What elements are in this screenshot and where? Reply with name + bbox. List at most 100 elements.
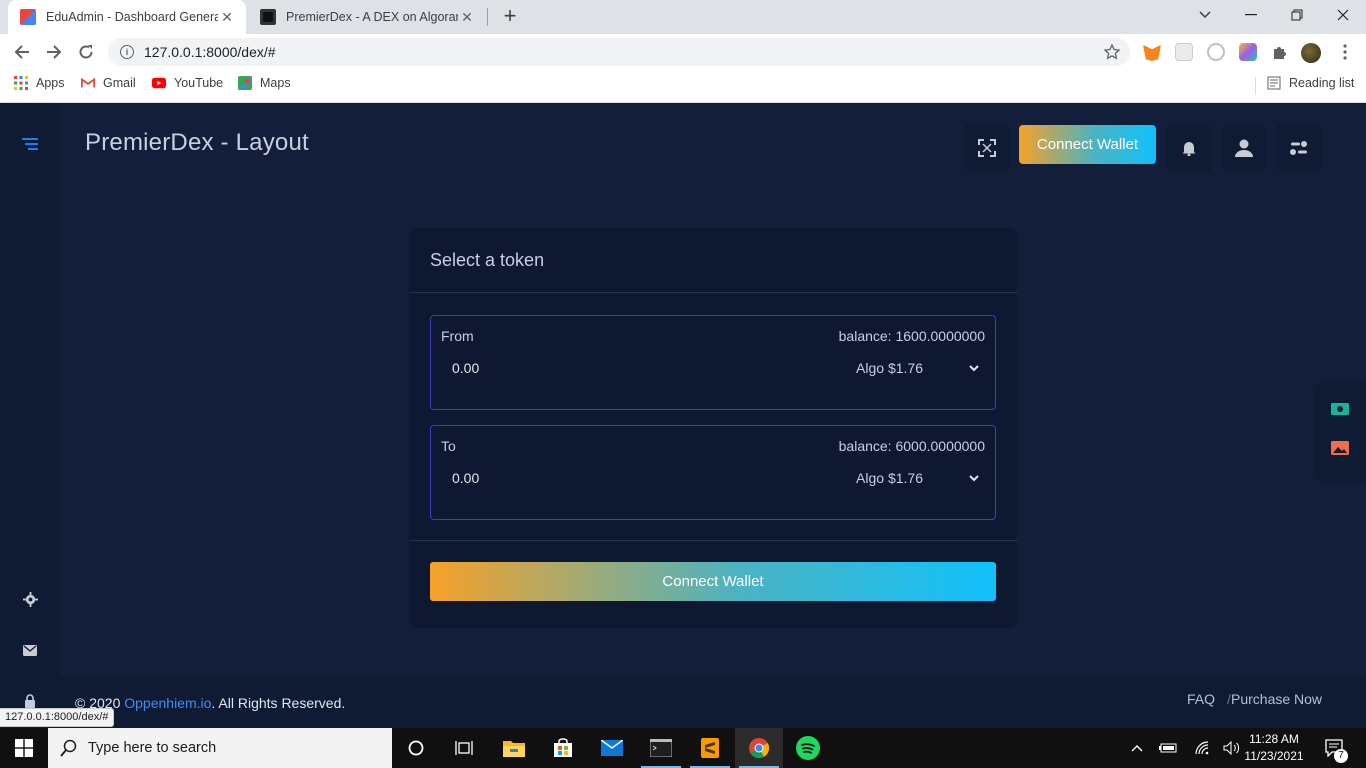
right-quick-panel	[1314, 383, 1366, 481]
start-button[interactable]	[0, 728, 48, 768]
bookmark-gmail[interactable]: Gmail	[81, 76, 136, 90]
clock-date: 11/23/2021	[1244, 749, 1304, 763]
action-center-button[interactable]: 7	[1320, 728, 1350, 768]
tab-divider	[487, 8, 488, 26]
to-balance: balance: 6000.0000000	[838, 438, 985, 454]
sidebar-toggle-button[interactable]	[20, 134, 40, 154]
spotify-button[interactable]	[784, 728, 832, 768]
bookmark-youtube[interactable]: YouTube	[152, 76, 223, 90]
reading-list-icon	[1267, 76, 1281, 90]
from-amount-input[interactable]: 0.00	[452, 360, 479, 376]
reload-button[interactable]	[72, 38, 100, 66]
chrome-icon	[749, 738, 770, 759]
card-divider	[409, 292, 1017, 293]
connect-wallet-button[interactable]: Connect Wallet	[430, 562, 996, 601]
settings-button[interactable]	[20, 589, 40, 609]
chevron-down-icon	[969, 475, 979, 482]
notifications-button[interactable]	[1166, 125, 1212, 171]
reading-list-button[interactable]: Reading list	[1267, 76, 1354, 90]
premierdex-favicon-icon	[260, 9, 276, 25]
company-link[interactable]: Oppenhiem.io	[124, 695, 211, 711]
volume-tray-icon[interactable]	[1221, 728, 1243, 768]
fullscreen-button[interactable]	[964, 125, 1010, 171]
bookmark-apps[interactable]: Apps	[14, 76, 65, 90]
bookmark-star-icon[interactable]	[1103, 43, 1121, 63]
chrome-button[interactable]	[735, 728, 783, 768]
forward-button[interactable]	[40, 38, 68, 66]
premierdex-app: PremierDex - Layout Connect Wallet Selec…	[0, 103, 1366, 728]
cortana-icon	[408, 740, 424, 756]
settings-panel-button[interactable]	[1276, 125, 1322, 171]
extensions-puzzle-icon[interactable]	[1271, 43, 1289, 61]
profile-avatar[interactable]	[1301, 43, 1321, 63]
tab-premierdex[interactable]: PremierDex - A DEX on Algorand ✕	[248, 0, 486, 34]
browser-tab-strip: EduAdmin - Dashboard General I ✕ Premier…	[0, 0, 1366, 34]
close-tab-icon[interactable]: ✕	[458, 9, 476, 26]
mail-button[interactable]	[20, 640, 40, 660]
bookmark-label: Apps	[36, 76, 65, 90]
copyright-text: © 2020 Oppenhiem.io. All Rights Reserved…	[75, 695, 345, 711]
taskbar-clock[interactable]: 11:28 AM 11/23/2021	[1244, 731, 1304, 765]
show-hidden-icons-button[interactable]	[1126, 728, 1148, 768]
youtube-icon	[152, 77, 166, 89]
to-token-value: Algo $1.76	[856, 470, 923, 486]
faq-link[interactable]: FAQ	[1187, 691, 1215, 707]
clock-time: 11:28 AM	[1249, 732, 1299, 746]
user-icon	[1235, 139, 1253, 157]
mail-app-button[interactable]	[588, 728, 636, 768]
from-token-select[interactable]: Algo $1.76	[856, 360, 981, 376]
browser-toolbar: i 127.0.0.1:8000/dex/#	[0, 34, 1366, 70]
chevron-up-icon	[1131, 745, 1143, 752]
cortana-button[interactable]	[392, 728, 440, 768]
page-title: PremierDex - Layout	[85, 129, 309, 156]
close-window-button[interactable]	[1320, 0, 1366, 30]
bookmark-maps[interactable]: Maps	[238, 76, 291, 90]
tab-eduadmin[interactable]: EduAdmin - Dashboard General I ✕	[8, 0, 246, 34]
tab-title: EduAdmin - Dashboard General I	[46, 10, 218, 24]
chrome-menu-icon[interactable]	[1336, 43, 1354, 61]
to-token-select[interactable]: Algo $1.76	[856, 470, 981, 486]
terminal-button[interactable]	[637, 728, 685, 768]
file-explorer-button[interactable]	[490, 728, 538, 768]
notification-count-badge: 7	[1334, 749, 1348, 763]
mail-app-icon	[601, 740, 623, 756]
task-view-button[interactable]	[440, 728, 488, 768]
chevron-down-icon	[969, 365, 979, 372]
close-tab-icon[interactable]: ✕	[218, 9, 236, 26]
purchase-now-link[interactable]: Purchase Now	[1231, 691, 1322, 707]
address-bar[interactable]: i 127.0.0.1:8000/dex/#	[108, 38, 1130, 66]
from-token-value: Algo $1.76	[856, 360, 923, 376]
menu-icon	[22, 138, 38, 150]
gear-icon	[22, 591, 38, 607]
gallery-button[interactable]	[1331, 441, 1349, 458]
tab-search-chevron-icon[interactable]	[1182, 0, 1228, 30]
to-amount-input[interactable]: 0.00	[452, 470, 479, 486]
user-profile-button[interactable]	[1221, 125, 1267, 171]
windows-logo-icon	[15, 739, 33, 757]
cash-button[interactable]	[1331, 403, 1349, 418]
new-tab-button[interactable]: +	[498, 4, 522, 28]
header-connect-wallet-button[interactable]: Connect Wallet	[1019, 125, 1156, 164]
taskbar-search[interactable]: Type here to search	[48, 728, 392, 768]
network-tray-icon[interactable]	[1192, 728, 1214, 768]
image-icon	[1331, 441, 1349, 455]
folder-icon	[503, 741, 525, 757]
bookmarks-bar: Apps Gmail YouTube Maps Reading list	[0, 70, 1366, 103]
site-info-icon[interactable]: i	[120, 45, 134, 59]
extension-icon[interactable]	[1239, 43, 1257, 61]
minimize-button[interactable]	[1228, 0, 1274, 30]
store-icon	[554, 738, 572, 757]
apps-grid-icon	[14, 76, 28, 90]
extension-icon[interactable]	[1175, 43, 1193, 61]
money-icon	[1331, 403, 1349, 415]
sublime-text-button[interactable]	[686, 728, 734, 768]
eduadmin-favicon-icon	[20, 9, 36, 25]
store-button[interactable]	[539, 728, 587, 768]
battery-tray-icon[interactable]	[1157, 728, 1179, 768]
extension-icon[interactable]	[1207, 43, 1225, 61]
restore-button[interactable]	[1274, 0, 1320, 30]
windows-taskbar: Type here to search 11:28 AM 11/23/2021	[0, 728, 1366, 768]
fullscreen-icon	[978, 139, 996, 157]
back-button[interactable]	[8, 38, 36, 66]
metamask-extension-icon[interactable]	[1143, 44, 1161, 61]
